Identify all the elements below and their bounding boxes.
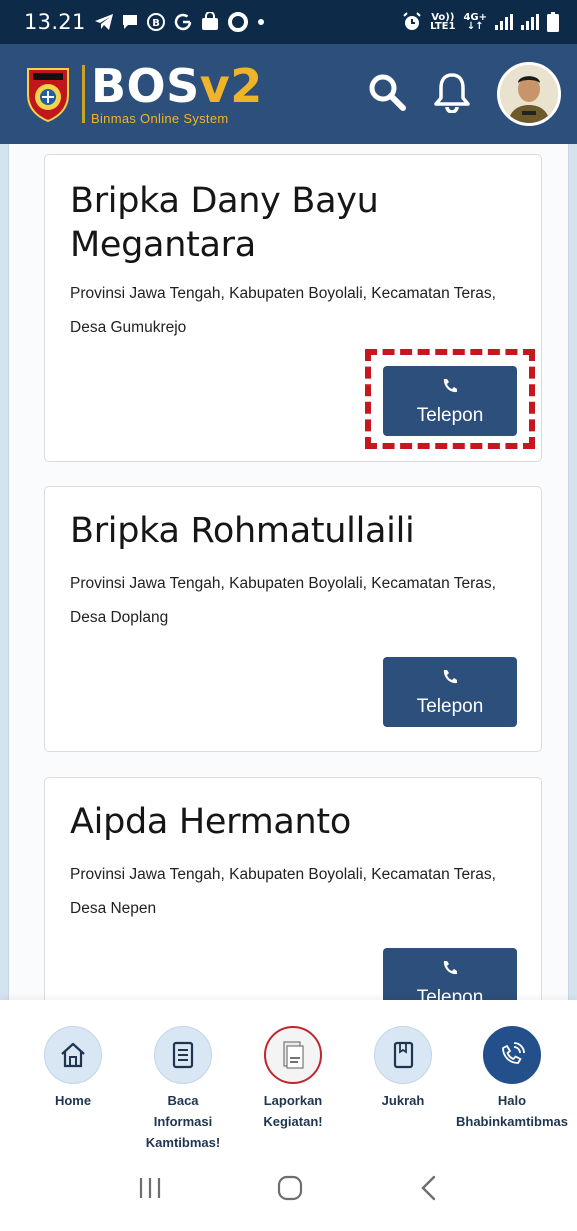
nav-item-laporkan-kegiatan[interactable]: Laporkan Kegiatan! (233, 1026, 353, 1132)
binmas-shield-logo (24, 65, 72, 123)
recent-apps-icon[interactable] (137, 1176, 163, 1205)
alarm-icon (402, 12, 422, 32)
nav-label: Jukrah (381, 1093, 425, 1108)
call-button[interactable]: Telepon (383, 657, 517, 727)
bri-icon: B (146, 12, 166, 32)
brand-title: BOSv2 (91, 58, 263, 113)
status-time: 13.21 (24, 10, 86, 34)
notification-icons: B (94, 11, 266, 33)
status-bar: 13.21 B Vo)) LTE1 4G+ ↓↑ (0, 0, 577, 44)
brand-divider (82, 65, 85, 123)
svg-text:B: B (152, 18, 160, 29)
app-header: BOSv2 Binmas Online System (0, 44, 577, 144)
home-button-icon[interactable] (276, 1174, 304, 1207)
back-icon[interactable] (418, 1174, 440, 1207)
phone-call-icon (483, 1026, 541, 1084)
officer-address: Provinsi Jawa Tengah, Kabupaten Boyolali… (70, 285, 496, 336)
nav-label: Baca Informasi Kamtibmas! (145, 1093, 221, 1150)
chat-icon (121, 13, 139, 31)
report-icon (264, 1026, 322, 1084)
avatar[interactable] (497, 62, 561, 126)
nav-label: Home (54, 1093, 92, 1108)
home-icon (44, 1026, 102, 1084)
officer-address: Provinsi Jawa Tengah, Kabupaten Boyolali… (70, 866, 496, 917)
status-right: Vo)) LTE1 4G+ ↓↑ (402, 12, 559, 32)
officer-name: Bripka Dany Bayu Megantara (70, 181, 379, 265)
volte-label: Vo)) LTE1 (430, 12, 456, 32)
network-gen-label: 4G+ ↓↑ (463, 12, 487, 32)
search-icon[interactable] (367, 72, 407, 117)
system-nav (0, 1150, 577, 1231)
phone-icon (440, 667, 460, 692)
nav-label: Laporkan Kegiatan! (263, 1093, 323, 1129)
officer-list[interactable]: Bripka Dany Bayu Megantara Provinsi Jawa… (0, 144, 577, 1000)
circle-app-icon (227, 11, 249, 33)
call-button-label: Telepon (416, 695, 484, 717)
officer-card: Aipda Hermanto Provinsi Jawa Tengah, Kab… (44, 777, 542, 1000)
nav-item-baca-informasi[interactable]: Baca Informasi Kamtibmas! (123, 1026, 243, 1153)
officer-name: Bripka Rohmatullaili (70, 511, 415, 551)
more-dot-icon (256, 17, 266, 27)
google-icon (173, 12, 193, 32)
document-icon (154, 1026, 212, 1084)
battery-icon (547, 12, 559, 32)
call-button-label: Telepon (416, 986, 484, 1001)
shop-icon (200, 12, 220, 32)
telegram-icon (94, 13, 114, 31)
signal-1-icon (495, 14, 513, 30)
brand: BOSv2 Binmas Online System (91, 63, 263, 126)
book-icon (374, 1026, 432, 1084)
header-actions (367, 62, 561, 126)
signal-2-icon (521, 14, 539, 30)
notification-bell-icon[interactable] (433, 71, 471, 118)
nav-label: Halo Bhabinkamtibmas (456, 1093, 568, 1129)
nav-item-home[interactable]: Home (13, 1026, 133, 1111)
highlight-box (365, 349, 535, 449)
phone-icon (440, 958, 460, 983)
bottom-nav: Home Baca Informasi Kamtibmas! Laporkan … (0, 1000, 577, 1150)
brand-subtitle: Binmas Online System (91, 110, 229, 126)
nav-item-jukrah[interactable]: Jukrah (343, 1026, 463, 1111)
call-button[interactable]: Telepon (383, 948, 517, 1000)
officer-address: Provinsi Jawa Tengah, Kabupaten Boyolali… (70, 575, 496, 626)
nav-item-halo-bhabinkamtibmas[interactable]: Halo Bhabinkamtibmas (452, 1026, 572, 1132)
officer-card: Bripka Rohmatullaili Provinsi Jawa Tenga… (44, 486, 542, 752)
officer-name: Aipda Hermanto (70, 802, 351, 842)
